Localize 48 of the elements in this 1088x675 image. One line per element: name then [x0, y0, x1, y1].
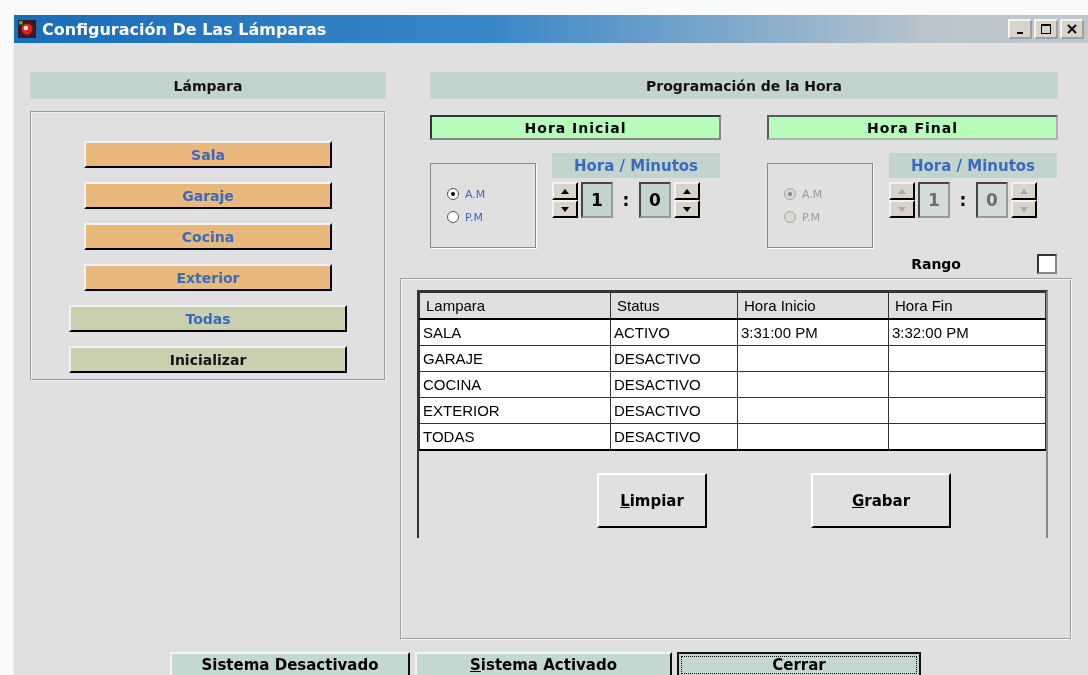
- table-cell: TODAS: [423, 428, 475, 445]
- column-header[interactable]: Hora Fin: [888, 292, 1046, 319]
- footer-button[interactable]: Sistema Activado: [415, 652, 672, 675]
- table-cell: DESACTIVO: [614, 428, 701, 445]
- time-heading: Hora Final: [767, 115, 1058, 140]
- app-icon: [18, 20, 36, 38]
- spinner-label: Hora / Minutos: [889, 153, 1057, 178]
- column-header[interactable]: Lampara: [419, 292, 611, 319]
- time-separator: :: [958, 190, 968, 210]
- table-cell: 3:32:00 PM: [892, 324, 969, 341]
- range-checkbox[interactable]: [1037, 254, 1057, 274]
- table-cell: DESACTIVO: [614, 402, 701, 419]
- action-button[interactable]: Limpiar: [597, 473, 707, 528]
- table-cell: ACTIVO: [614, 324, 670, 341]
- lamp-button[interactable]: Inicializar: [69, 346, 347, 373]
- footer-button[interactable]: Cerrar: [677, 652, 921, 675]
- minute-field[interactable]: 0: [639, 182, 671, 218]
- action-button[interactable]: Grabar: [811, 473, 951, 528]
- minute-spinner-arrows[interactable]: [674, 182, 700, 218]
- section-heading: Programación de la Hora: [430, 72, 1058, 99]
- maximize-icon: [1041, 24, 1051, 34]
- time-heading: Hora Inicial: [430, 115, 721, 140]
- maximize-button[interactable]: [1034, 19, 1058, 39]
- table-cell: SALA: [423, 324, 462, 341]
- range-label: Rango: [911, 256, 961, 272]
- table-cell: DESACTIVO: [614, 376, 701, 393]
- section-heading: Lámpara: [30, 72, 386, 99]
- column-header[interactable]: Status: [610, 292, 738, 319]
- table-cell: DESACTIVO: [614, 350, 701, 367]
- table-cell: EXTERIOR: [423, 402, 500, 419]
- minute-spinner-arrows[interactable]: [1011, 182, 1037, 218]
- table-cell: COCINA: [423, 376, 482, 393]
- close-icon: [1067, 24, 1077, 34]
- hour-spinner-arrows[interactable]: [552, 182, 578, 218]
- radio-option[interactable]: A.M: [447, 187, 535, 201]
- minimize-button[interactable]: [1008, 19, 1032, 39]
- close-button[interactable]: [1060, 19, 1084, 39]
- minimize-icon: [1017, 32, 1023, 34]
- window-title: Configuración De Las Lámparas: [42, 19, 327, 39]
- hour-spinner-arrows[interactable]: [889, 182, 915, 218]
- footer-button[interactable]: Sistema Desactivado: [170, 652, 410, 675]
- time-separator: :: [621, 190, 631, 210]
- column-header[interactable]: Hora Inicio: [737, 292, 889, 319]
- table-cell: 3:31:00 PM: [741, 324, 818, 341]
- table-cell: GARAJE: [423, 350, 483, 367]
- radio-option[interactable]: P.M: [447, 210, 535, 224]
- hour-field[interactable]: 1: [581, 182, 613, 218]
- spinner-label: Hora / Minutos: [552, 153, 720, 178]
